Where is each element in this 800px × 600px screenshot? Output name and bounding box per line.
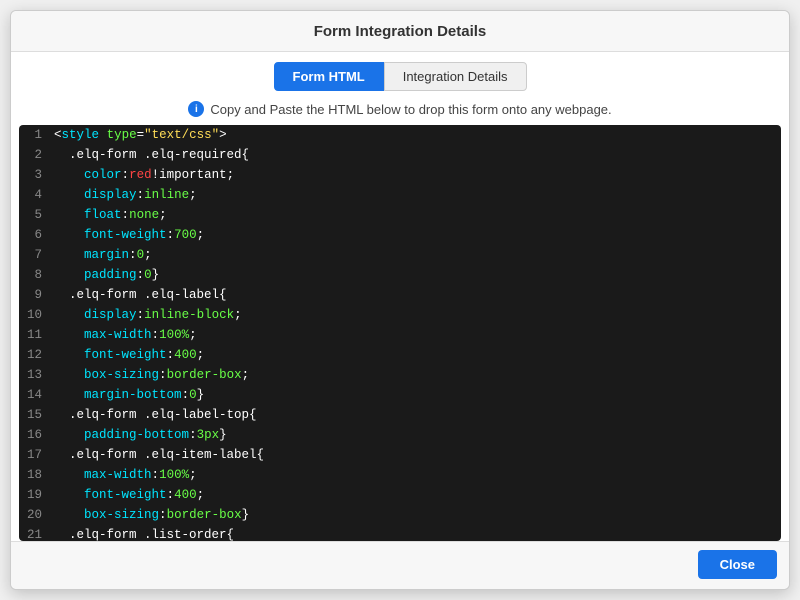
line-content: padding:0}: [54, 265, 781, 285]
tab-integration-details[interactable]: Integration Details: [384, 62, 527, 91]
code-line: 14 margin-bottom:0}: [19, 385, 781, 405]
line-number: 10: [19, 305, 54, 325]
line-number: 5: [19, 205, 54, 225]
code-line: 18 max-width:100%;: [19, 465, 781, 485]
code-line: 12 font-weight:400;: [19, 345, 781, 365]
line-number: 17: [19, 445, 54, 465]
line-number: 4: [19, 185, 54, 205]
code-line: 6 font-weight:700;: [19, 225, 781, 245]
code-area[interactable]: 1 <style type="text/css"> 2 .elq-form .e…: [19, 125, 781, 541]
line-number: 11: [19, 325, 54, 345]
code-line: 10 display:inline-block;: [19, 305, 781, 325]
line-number: 19: [19, 485, 54, 505]
line-number: 1: [19, 125, 54, 145]
code-line: 16 padding-bottom:3px}: [19, 425, 781, 445]
code-line: 2 .elq-form .elq-required{: [19, 145, 781, 165]
line-content: font-weight:400;: [54, 485, 781, 505]
code-line: 15 .elq-form .elq-label-top{: [19, 405, 781, 425]
tab-form-html[interactable]: Form HTML: [274, 62, 384, 91]
line-number: 21: [19, 525, 54, 541]
code-table: 1 <style type="text/css"> 2 .elq-form .e…: [19, 125, 781, 541]
line-content: font-weight:400;: [54, 345, 781, 365]
code-line: 3 color:red!important;: [19, 165, 781, 185]
line-number: 20: [19, 505, 54, 525]
line-content: max-width:100%;: [54, 465, 781, 485]
line-content: box-sizing:border-box;: [54, 365, 781, 385]
modal-footer: Close: [11, 541, 789, 589]
line-number: 3: [19, 165, 54, 185]
line-content: color:red!important;: [54, 165, 781, 185]
line-content: .elq-form .elq-label-top{: [54, 405, 781, 425]
line-number: 16: [19, 425, 54, 445]
line-content: margin:0;: [54, 245, 781, 265]
modal-header: Form Integration Details: [11, 11, 789, 52]
info-icon: i: [188, 101, 204, 117]
line-content: display:inline;: [54, 185, 781, 205]
line-content: .elq-form .elq-required{: [54, 145, 781, 165]
line-content: .elq-form .list-order{: [54, 525, 781, 541]
line-number: 6: [19, 225, 54, 245]
modal-container: Form Integration Details Form HTML Integ…: [10, 10, 790, 590]
line-content: .elq-form .elq-label{: [54, 285, 781, 305]
line-content: <style type="text/css">: [54, 125, 781, 145]
info-bar: i Copy and Paste the HTML below to drop …: [11, 97, 789, 125]
code-line: 11 max-width:100%;: [19, 325, 781, 345]
line-number: 14: [19, 385, 54, 405]
line-content: float:none;: [54, 205, 781, 225]
line-number: 15: [19, 405, 54, 425]
line-number: 8: [19, 265, 54, 285]
line-number: 7: [19, 245, 54, 265]
line-number: 2: [19, 145, 54, 165]
code-line: 7 margin:0;: [19, 245, 781, 265]
close-button[interactable]: Close: [698, 550, 777, 579]
info-text: Copy and Paste the HTML below to drop th…: [210, 102, 611, 117]
code-line: 21 .elq-form .list-order{: [19, 525, 781, 541]
line-content: max-width:100%;: [54, 325, 781, 345]
code-line: 5 float:none;: [19, 205, 781, 225]
tab-bar: Form HTML Integration Details: [11, 52, 789, 97]
line-content: box-sizing:border-box}: [54, 505, 781, 525]
code-line: 8 padding:0}: [19, 265, 781, 285]
line-content: padding-bottom:3px}: [54, 425, 781, 445]
code-line: 19 font-weight:400;: [19, 485, 781, 505]
line-content: font-weight:700;: [54, 225, 781, 245]
line-content: display:inline-block;: [54, 305, 781, 325]
line-number: 18: [19, 465, 54, 485]
line-content: .elq-form .elq-item-label{: [54, 445, 781, 465]
line-number: 12: [19, 345, 54, 365]
code-line: 9 .elq-form .elq-label{: [19, 285, 781, 305]
code-line: 4 display:inline;: [19, 185, 781, 205]
line-content: margin-bottom:0}: [54, 385, 781, 405]
code-line: 13 box-sizing:border-box;: [19, 365, 781, 385]
code-line: 1 <style type="text/css">: [19, 125, 781, 145]
code-line: 17 .elq-form .elq-item-label{: [19, 445, 781, 465]
line-number: 13: [19, 365, 54, 385]
line-number: 9: [19, 285, 54, 305]
modal-title: Form Integration Details: [314, 23, 487, 40]
code-line: 20 box-sizing:border-box}: [19, 505, 781, 525]
